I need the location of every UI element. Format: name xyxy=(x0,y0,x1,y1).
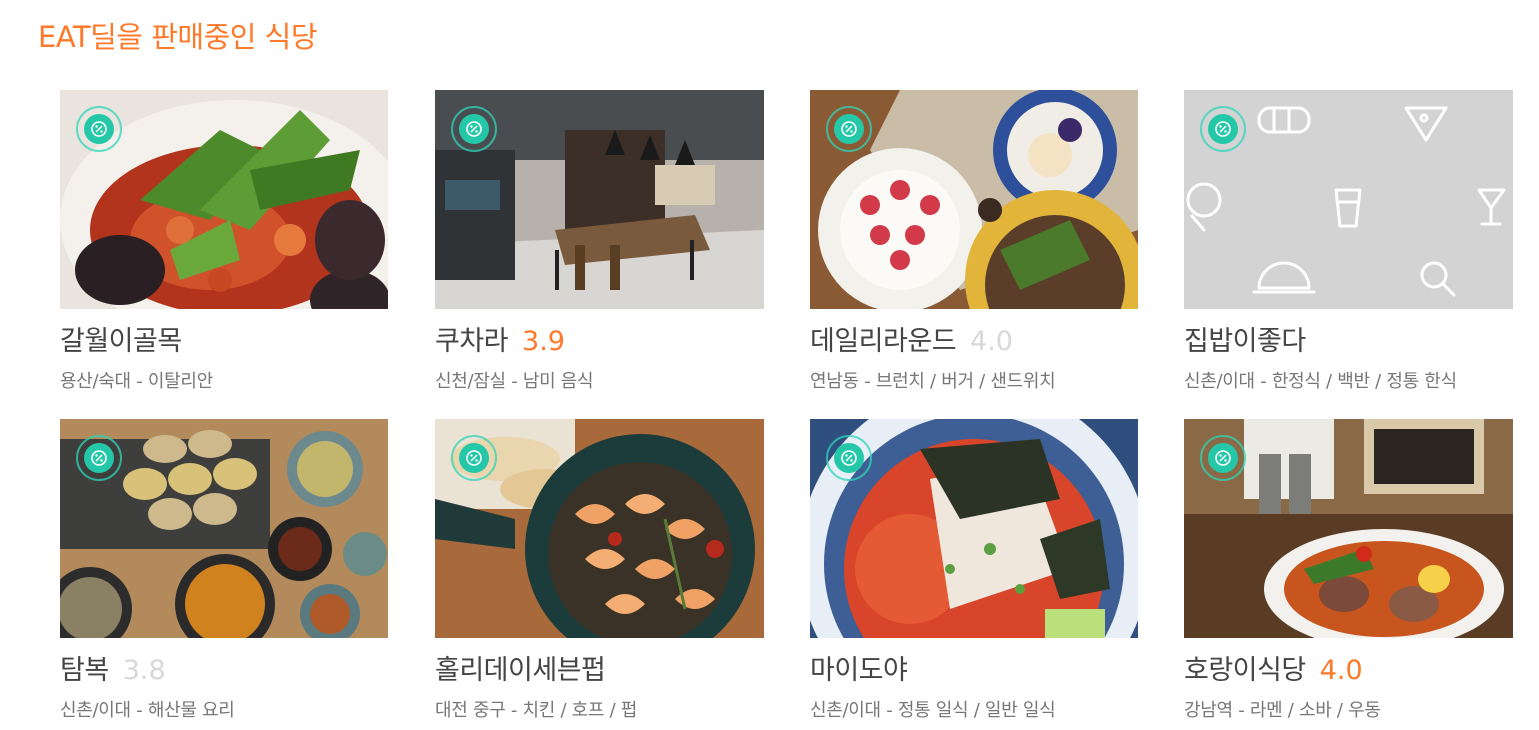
restaurant-photo[interactable] xyxy=(60,419,388,638)
restaurant-photo[interactable] xyxy=(435,90,764,309)
restaurant-card[interactable]: 쿠차라 3.9 신천/잠실 - 남미 음식 xyxy=(435,90,764,393)
restaurant-photo[interactable] xyxy=(1184,90,1513,309)
percent-deal-icon xyxy=(1200,435,1246,481)
restaurant-meta: 강남역 - 라멘 / 소바 / 우동 xyxy=(1184,700,1381,721)
restaurant-meta: 신촌/이대 - 해산물 요리 xyxy=(60,700,235,721)
restaurant-name[interactable]: 데일리라운드 xyxy=(810,319,957,358)
restaurant-photo[interactable] xyxy=(60,90,388,309)
percent-deal-icon xyxy=(451,435,497,481)
restaurant-photo[interactable] xyxy=(810,419,1138,638)
restaurant-card[interactable]: 호랑이식당 4.0 강남역 - 라멘 / 소바 / 우동 xyxy=(1184,419,1513,722)
percent-deal-icon xyxy=(826,435,872,481)
restaurant-photo[interactable] xyxy=(810,90,1138,309)
restaurant-name[interactable]: 갈월이골목 xyxy=(60,319,182,358)
restaurant-card[interactable]: 갈월이골목 용산/숙대 - 이탈리안 xyxy=(60,90,388,393)
restaurant-name[interactable]: 호랑이식당 xyxy=(1184,648,1306,687)
percent-deal-icon xyxy=(76,106,122,152)
restaurant-meta: 연남동 - 브런치 / 버거 / 샌드위치 xyxy=(810,371,1056,392)
restaurant-name[interactable]: 집밥이좋다 xyxy=(1184,319,1306,358)
restaurant-grid: 갈월이골목 용산/숙대 - 이탈리안 쿠차라 3.9 신천/잠실 - 남미 음식… xyxy=(0,0,1539,730)
restaurant-name[interactable]: 탐복 xyxy=(60,648,109,687)
restaurant-meta: 용산/숙대 - 이탈리안 xyxy=(60,371,213,392)
restaurant-rating: 3.9 xyxy=(522,326,565,357)
percent-deal-icon xyxy=(1200,106,1246,152)
restaurant-name[interactable]: 마이도야 xyxy=(810,648,908,687)
restaurant-photo[interactable] xyxy=(1184,419,1513,638)
restaurant-card[interactable]: 데일리라운드 4.0 연남동 - 브런치 / 버거 / 샌드위치 xyxy=(810,90,1138,393)
restaurant-card[interactable]: 집밥이좋다 신촌/이대 - 한정식 / 백반 / 정통 한식 xyxy=(1184,90,1513,393)
restaurant-meta: 신촌/이대 - 정통 일식 / 일반 일식 xyxy=(810,700,1056,721)
restaurant-card[interactable]: 홀리데이세븐펍 대전 중구 - 치킨 / 호프 / 펍 xyxy=(435,419,764,722)
restaurant-name[interactable]: 쿠차라 xyxy=(435,319,509,358)
percent-deal-icon xyxy=(451,106,497,152)
restaurant-meta: 대전 중구 - 치킨 / 호프 / 펍 xyxy=(435,700,638,721)
restaurant-card[interactable]: 탐복 3.8 신촌/이대 - 해산물 요리 xyxy=(60,419,388,722)
restaurant-rating: 3.8 xyxy=(122,655,166,686)
restaurant-rating: 4.0 xyxy=(970,326,1013,357)
restaurant-name[interactable]: 홀리데이세븐펍 xyxy=(435,648,606,687)
restaurant-meta: 신촌/이대 - 한정식 / 백반 / 정통 한식 xyxy=(1184,371,1457,392)
restaurant-card[interactable]: 마이도야 신촌/이대 - 정통 일식 / 일반 일식 xyxy=(810,419,1138,722)
percent-deal-icon xyxy=(76,435,122,481)
restaurant-meta: 신천/잠실 - 남미 음식 xyxy=(435,371,594,392)
percent-deal-icon xyxy=(826,106,872,152)
restaurant-rating: 4.0 xyxy=(1319,655,1363,686)
restaurant-photo[interactable] xyxy=(435,419,764,638)
